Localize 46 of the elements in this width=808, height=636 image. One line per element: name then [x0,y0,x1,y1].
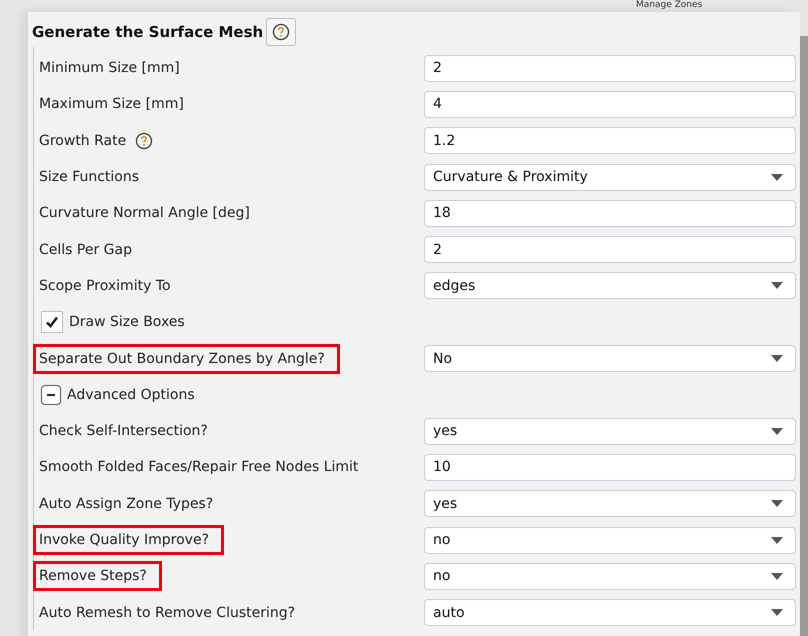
field-label: Size Functions [39,168,140,188]
panel-title: Generate the Surface Mesh [32,23,264,41]
caret-icon [771,572,783,580]
checkbox[interactable] [41,311,63,334]
field-label: Maximum Size [mm] [39,95,184,114]
field-label: Minimum Size [mm] [39,59,180,78]
field-label: Remove Steps? [36,564,159,588]
collapse-toggle[interactable] [41,384,61,405]
dropdown[interactable]: no [424,562,796,590]
field-label: Auto Remesh to Remove Clustering? [39,604,296,623]
field-label: Check Self-Intersection? [39,422,208,442]
input-field[interactable]: 2 [424,236,796,264]
caret-icon [771,174,783,181]
input-field[interactable]: 2 [424,54,796,82]
field-label: Growth Rate [39,132,126,151]
caret-icon [771,500,783,508]
caret-icon [771,609,783,616]
section-label: Advanced Options [67,386,195,405]
field-label: Scope Proximity To [39,276,171,296]
dropdown[interactable]: yes [424,418,796,445]
field-label: Auto Assign Zone Types? [39,494,214,514]
field-label: Separate Out Boundary Zones by Angle? [36,346,337,371]
field-label: Curvature Normal Angle [deg] [39,204,250,224]
caret-icon [771,428,783,435]
input-field[interactable]: 1.2 [424,127,796,154]
input-field[interactable]: 10 [424,454,796,481]
dropdown[interactable]: edges [424,272,796,300]
dropdown[interactable]: no [424,526,796,554]
dropdown[interactable]: No [424,345,796,372]
input-field[interactable]: 18 [424,200,796,227]
dropdown[interactable]: auto [424,599,796,626]
caret-icon [771,536,783,544]
help-icon [135,132,154,150]
field-label: Cells Per Gap [39,240,132,260]
caret-icon [771,355,783,362]
input-field[interactable]: 4 [424,90,796,118]
dropdown[interactable]: yes [424,490,796,518]
field-label: Smooth Folded Faces/Repair Free Nodes Limit [39,458,358,478]
caret-icon [771,282,783,290]
field-label: Invoke Quality Improve? [36,528,221,552]
help-button[interactable] [266,18,296,46]
tree-item[interactable]: Manage Zones [636,0,702,11]
checkbox-label: Draw Size Boxes [69,313,185,332]
dropdown[interactable]: Curvature & Proximity [424,164,796,191]
checkmark-icon [45,315,59,330]
help-icon [272,23,290,41]
